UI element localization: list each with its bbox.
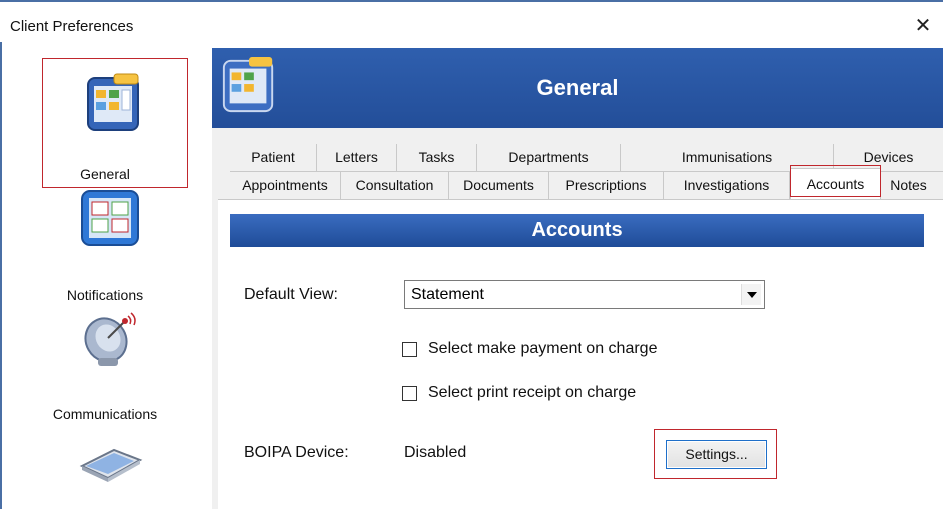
make-payment-label: Select make payment on charge (428, 340, 658, 357)
general-panel: General Patient Letters Tasks Department… (212, 48, 943, 509)
notifications-board-icon (81, 190, 139, 246)
tab-investigations[interactable]: Investigations (664, 172, 790, 199)
settings-button[interactable]: Settings... (666, 440, 767, 469)
sidebar-item-label: Communications (52, 406, 158, 422)
general-app-icon (87, 73, 139, 131)
section-title: Accounts (230, 214, 924, 247)
default-view-label: Default View: (244, 286, 338, 303)
sidebar-item-notifications[interactable]: Notifications (2, 188, 208, 308)
sidebar-item-general[interactable]: General (2, 62, 208, 182)
satellite-dish-icon (84, 312, 136, 366)
print-receipt-checkbox-row[interactable]: Select print receipt on charge (402, 384, 722, 404)
scanner-icon (79, 448, 143, 482)
panel-header: General (212, 48, 943, 128)
tab-patient[interactable]: Patient (230, 144, 317, 171)
tab-appointments[interactable]: Appointments (230, 172, 341, 199)
title-bar: Client Preferences ✕ (0, 2, 943, 42)
accounts-page: Accounts Default View: Statement Select … (218, 199, 943, 509)
print-receipt-label: Select print receipt on charge (428, 384, 637, 401)
sidebar-item-scanner[interactable] (2, 436, 208, 506)
make-payment-checkbox-row[interactable]: Select make payment on charge (402, 340, 722, 360)
window-title: Client Preferences (10, 18, 134, 35)
tab-documents[interactable]: Documents (449, 172, 549, 199)
sidebar-item-label: General (80, 166, 130, 182)
tab-consultation[interactable]: Consultation (341, 172, 449, 199)
sidebar-item-label: Notifications (66, 287, 144, 303)
chevron-down-icon[interactable] (741, 284, 761, 305)
default-view-value: Statement (411, 286, 484, 303)
default-view-select[interactable]: Statement (404, 280, 765, 309)
boipa-device-status: Disabled (404, 444, 467, 461)
sidebar: General Notifications Communications (2, 42, 208, 509)
tab-prescriptions[interactable]: Prescriptions (549, 172, 664, 199)
tab-departments[interactable]: Departments (477, 144, 621, 171)
make-payment-checkbox[interactable] (402, 342, 417, 357)
tab-notes[interactable]: Notes (881, 172, 936, 199)
tab-tasks[interactable]: Tasks (397, 144, 477, 171)
sidebar-item-communications[interactable]: Communications (2, 306, 208, 436)
close-icon[interactable]: ✕ (911, 14, 935, 38)
selected-tab-highlight (790, 165, 881, 197)
boipa-device-label: BOIPA Device: (244, 444, 349, 461)
panel-title: General (536, 75, 619, 100)
print-receipt-checkbox[interactable] (402, 386, 417, 401)
tab-letters[interactable]: Letters (317, 144, 397, 171)
